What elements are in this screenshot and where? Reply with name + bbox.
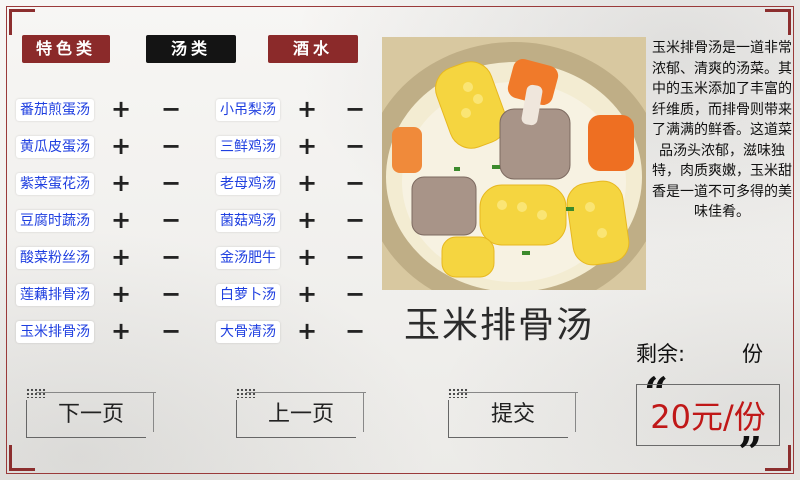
minus-icon[interactable]: −	[344, 319, 366, 345]
right-menu-row: 金汤肥牛 + −	[0, 245, 380, 271]
remaining-unit: 份	[742, 342, 763, 366]
right-menu-dish-name[interactable]: 三鲜鸡汤	[216, 136, 280, 158]
minus-icon[interactable]: −	[344, 171, 366, 197]
corn-rib-soup-image	[382, 37, 646, 290]
minus-icon[interactable]: −	[344, 134, 366, 160]
right-menu-row: 老母鸡汤 + −	[0, 171, 380, 197]
right-menu-row: 小吊梨汤 + −	[0, 97, 380, 123]
right-menu-row: 菌菇鸡汤 + −	[0, 208, 380, 234]
dish-description: 玉米排骨汤是一道非常浓郁、清爽的汤菜。其中的玉米添加了丰富的纤维质，而排骨则带来…	[652, 40, 792, 220]
minus-icon[interactable]: −	[344, 282, 366, 308]
right-menu-row: 三鲜鸡汤 + −	[0, 134, 380, 160]
right-menu-dish-name[interactable]: 白萝卜汤	[216, 284, 280, 306]
right-menu-dish-name[interactable]: 菌菇鸡汤	[216, 210, 280, 232]
corner-ornament	[765, 9, 791, 35]
minus-icon[interactable]: −	[344, 97, 366, 123]
dish-title: 玉米排骨汤	[404, 305, 595, 346]
quote-close-icon: ”	[738, 428, 763, 477]
right-menu-dish-name[interactable]: 老母鸡汤	[216, 173, 280, 195]
right-menu-row: 大骨清汤 + −	[0, 319, 380, 345]
tab-soup[interactable]: 汤类	[146, 35, 236, 63]
minus-icon[interactable]: −	[344, 208, 366, 234]
submit-button[interactable]: 提交	[448, 392, 578, 438]
plus-icon[interactable]: +	[296, 97, 318, 123]
plus-icon[interactable]: +	[296, 208, 318, 234]
plus-icon[interactable]: +	[296, 171, 318, 197]
next-page-button[interactable]: 下一页	[26, 392, 156, 438]
right-menu-dish-name[interactable]: 大骨清汤	[216, 321, 280, 343]
minus-icon[interactable]: −	[344, 245, 366, 271]
next-page-label: 下一页	[57, 402, 124, 427]
tab-specialty[interactable]: 特色类	[22, 35, 110, 63]
plus-icon[interactable]: +	[296, 319, 318, 345]
remaining-label: 剩余:	[636, 342, 686, 366]
plus-icon[interactable]: +	[296, 282, 318, 308]
tab-drinks[interactable]: 酒水	[268, 35, 358, 63]
plus-icon[interactable]: +	[296, 134, 318, 160]
plus-icon[interactable]: +	[296, 245, 318, 271]
corner-ornament	[9, 9, 35, 35]
prev-page-label: 上一页	[267, 402, 334, 427]
corner-ornament	[765, 445, 791, 471]
dish-photo	[382, 37, 646, 290]
submit-label: 提交	[490, 402, 535, 427]
right-menu-row: 白萝卜汤 + −	[0, 282, 380, 308]
right-menu-dish-name[interactable]: 金汤肥牛	[216, 247, 280, 269]
prev-page-button[interactable]: 上一页	[236, 392, 366, 438]
right-menu-dish-name[interactable]: 小吊梨汤	[216, 99, 280, 121]
corner-ornament	[9, 445, 35, 471]
